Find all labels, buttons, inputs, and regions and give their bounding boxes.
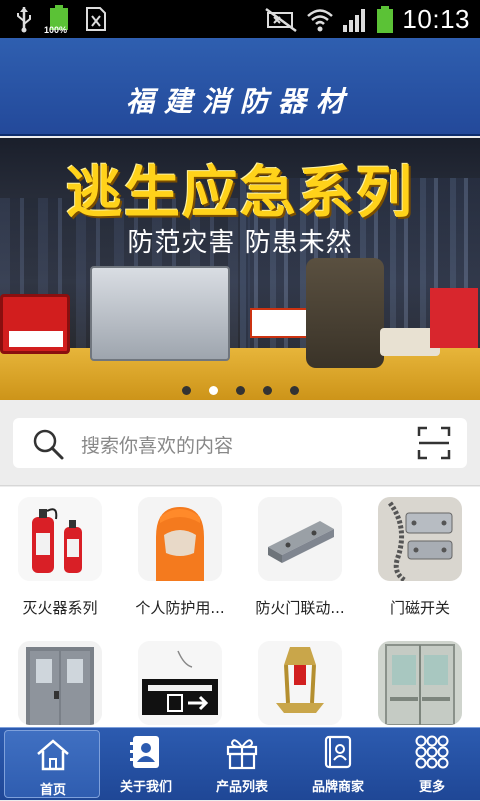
- category-item-sprinkler[interactable]: [240, 631, 360, 727]
- carousel-dots: [0, 386, 480, 395]
- battery-full-icon: [377, 5, 394, 33]
- category-item-protective-gear[interactable]: 个人防护用...: [120, 487, 240, 627]
- search-placeholder: 搜索你喜欢的内容: [81, 435, 234, 457]
- nav-label: 更多: [418, 780, 445, 795]
- protective-gear-thumbnail: [138, 497, 222, 581]
- signal-icon: [343, 8, 366, 32]
- category-grid: 灭火器系列 个人防护用... 防火门联动... 门磁开关: [0, 487, 480, 727]
- exit-sign-thumbnail: [138, 641, 222, 725]
- tool-case-image: [90, 266, 230, 361]
- nav-item-about[interactable]: 关于我们: [98, 728, 194, 801]
- usb-icon: [17, 7, 31, 33]
- sim-icon: [86, 7, 106, 31]
- wifi-icon: [307, 8, 334, 31]
- door-thumbnail: [18, 641, 102, 725]
- gift-icon: [226, 739, 258, 770]
- category-label: 个人防护用...: [135, 599, 225, 617]
- emergency-box-image: [0, 294, 70, 354]
- contact-card-icon: [130, 736, 159, 768]
- category-label: 门磁开关: [389, 599, 450, 617]
- scan-icon[interactable]: [417, 426, 451, 460]
- battery-percent: 100%: [44, 25, 68, 35]
- status-bar: 100% 10:13: [0, 0, 480, 38]
- carousel-dot[interactable]: [181, 386, 191, 395]
- door-magnet-thumbnail: [378, 497, 462, 581]
- red-bag-image: [430, 288, 478, 348]
- sprinkler-thumbnail: [258, 641, 342, 725]
- battery-icon: 100%: [44, 5, 70, 35]
- carousel-dot[interactable]: [289, 386, 299, 395]
- bottom-nav: 首页 关于我们 产品列表 品牌商家 更多: [0, 727, 480, 800]
- grid-dots-icon: [415, 735, 449, 769]
- search-input[interactable]: 搜索你喜欢的内容: [13, 418, 467, 468]
- category-item-fire-rated-door[interactable]: [360, 631, 480, 727]
- nav-item-home[interactable]: 首页: [4, 730, 100, 798]
- mute-icon: [265, 7, 298, 32]
- search-area: 搜索你喜欢的内容: [0, 400, 480, 486]
- category-label: 防火门联动...: [255, 599, 345, 617]
- carousel-dot[interactable]: [235, 386, 245, 395]
- brand-book-icon: [324, 735, 352, 769]
- category-item-exit-sign[interactable]: [120, 631, 240, 727]
- home-icon: [37, 739, 69, 771]
- nav-label: 品牌商家: [311, 780, 364, 795]
- search-icon: [33, 429, 64, 460]
- nav-item-more[interactable]: 更多: [384, 728, 480, 801]
- category-item-door[interactable]: [0, 631, 120, 727]
- backpack-image: [306, 258, 384, 368]
- carousel-dot[interactable]: [208, 386, 218, 395]
- category-item-door-magnet[interactable]: 门磁开关: [360, 487, 480, 627]
- nav-item-products[interactable]: 产品列表: [194, 728, 290, 801]
- app-header: 福建消防器材: [0, 38, 480, 136]
- category-label: 灭火器系列: [22, 599, 98, 617]
- nav-label: 产品列表: [215, 780, 268, 795]
- category-item-fire-door[interactable]: 防火门联动...: [240, 487, 360, 627]
- nav-label: 首页: [39, 783, 66, 798]
- nav-label: 关于我们: [119, 780, 172, 795]
- banner-subtitle: 防范灾害 防患未然: [127, 228, 353, 258]
- extinguisher-thumbnail: [18, 497, 102, 581]
- nav-item-brands[interactable]: 品牌商家: [290, 728, 386, 801]
- fire-rated-door-thumbnail: [378, 641, 462, 725]
- page-title: 福建消防器材: [125, 85, 354, 118]
- clock: 10:13: [402, 4, 470, 34]
- fire-door-thumbnail: [258, 497, 342, 581]
- promo-banner[interactable]: 逃生应急系列 防范灾害 防患未然: [0, 138, 480, 400]
- first-aid-kit-image: [250, 308, 310, 338]
- banner-headline: 逃生应急系列: [66, 161, 414, 226]
- carousel-dot[interactable]: [262, 386, 272, 395]
- category-item-extinguisher[interactable]: 灭火器系列: [0, 487, 120, 627]
